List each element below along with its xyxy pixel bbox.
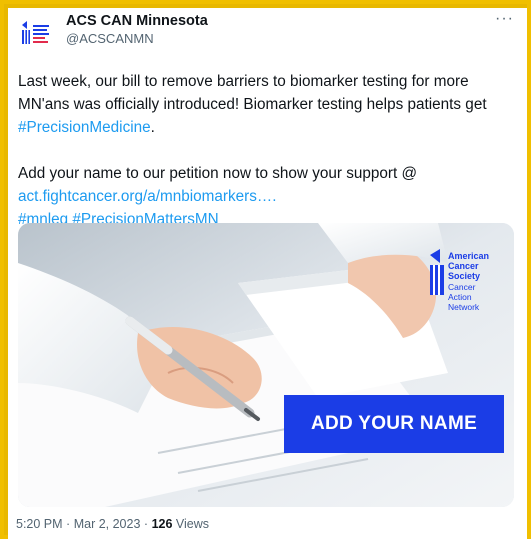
svg-text:Cancer: Cancer bbox=[448, 282, 476, 292]
svg-text:Network: Network bbox=[448, 302, 480, 312]
tweet-line: MN'ans was officially introduced! Biomar… bbox=[18, 96, 487, 113]
tweet-meta: 5:20 PM · Mar 2, 2023 · 126 Views bbox=[16, 517, 209, 531]
views-label: Views bbox=[175, 517, 210, 531]
petition-link[interactable]: act.fightcancer.org/a/mnbiomarkers…. bbox=[18, 188, 276, 205]
more-options-icon[interactable]: ··· bbox=[495, 10, 514, 28]
display-name[interactable]: ACS CAN Minnesota bbox=[66, 12, 208, 30]
meta-separator: · bbox=[66, 517, 71, 531]
svg-text:Action: Action bbox=[448, 292, 472, 302]
acs-cancer-action-network-logo: American Cancer Society Cancer Action Ne… bbox=[428, 249, 500, 331]
tweet-line: Last week, our bill to remove barriers t… bbox=[18, 73, 469, 90]
tweet-media[interactable]: American Cancer Society Cancer Action Ne… bbox=[18, 223, 514, 507]
tweet-text: Last week, our bill to remove barriers t… bbox=[18, 70, 518, 231]
tweet-line: Add your name to our petition now to sho… bbox=[18, 165, 418, 182]
account-names: ACS CAN Minnesota @ACSCANMN bbox=[66, 12, 208, 48]
add-your-name-button[interactable]: ADD YOUR NAME bbox=[284, 395, 504, 453]
svg-text:Cancer: Cancer bbox=[448, 261, 479, 271]
period-text: . bbox=[150, 119, 155, 136]
tweet-line: #PrecisionMedicine. bbox=[18, 116, 518, 139]
svg-text:Society: Society bbox=[448, 271, 480, 281]
tweet-card[interactable]: ACS CAN Minnesota @ACSCANMN ··· Last wee… bbox=[8, 8, 527, 539]
tweet-header: ACS CAN Minnesota @ACSCANMN ··· bbox=[18, 10, 518, 54]
acs-can-avatar-icon bbox=[18, 16, 52, 50]
hashtag-precision-medicine[interactable]: #PrecisionMedicine bbox=[18, 119, 151, 136]
views-count: 126 bbox=[151, 517, 173, 531]
account-handle[interactable]: @ACSCANMN bbox=[66, 30, 208, 48]
svg-text:American: American bbox=[448, 251, 489, 261]
tweet-line: act.fightcancer.org/a/mnbiomarkers…. bbox=[18, 185, 518, 208]
tweet-time[interactable]: 5:20 PM bbox=[16, 517, 63, 531]
meta-separator: · bbox=[143, 517, 149, 531]
tweet-date[interactable]: Mar 2, 2023 bbox=[74, 517, 141, 531]
avatar[interactable] bbox=[18, 16, 52, 50]
